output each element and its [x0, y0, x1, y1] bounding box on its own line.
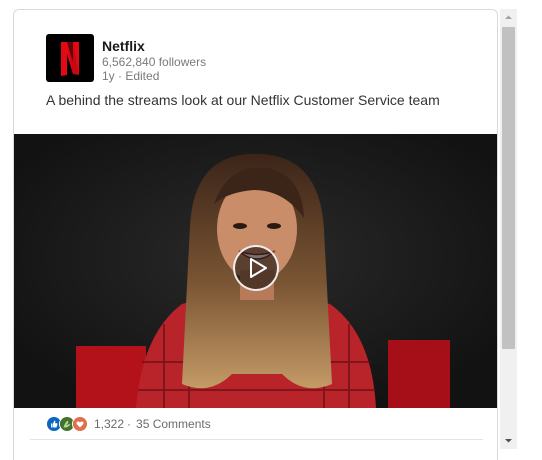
video-player[interactable] — [14, 134, 497, 408]
follower-count: 6,562,840 followers — [102, 55, 207, 69]
scroll-up-button[interactable] — [500, 9, 517, 26]
vertical-scrollbar[interactable] — [500, 9, 517, 449]
netflix-n-icon — [61, 42, 79, 76]
reaction-count[interactable]: 1,322 — [94, 417, 124, 431]
post-timestamp: 1y · Edited — [102, 69, 160, 83]
play-icon — [250, 258, 267, 278]
netflix-logo[interactable] — [46, 34, 94, 82]
scroll-thumb[interactable] — [502, 27, 515, 349]
love-icon — [72, 416, 88, 432]
arrow-down-icon — [505, 439, 512, 443]
scroll-down-button[interactable] — [500, 432, 517, 449]
company-name[interactable]: Netflix — [102, 38, 206, 55]
feed-post-card: Netflix 6,562,840 followers 1y · Edited … — [13, 9, 498, 460]
social-counts: 1,322 · 35 Comments — [46, 414, 211, 434]
reaction-icons[interactable] — [46, 416, 88, 432]
linkedin-feed-viewport: Netflix 6,562,840 followers 1y · Edited … — [0, 0, 542, 460]
separator-dot: · — [127, 417, 132, 431]
post-author-meta: Netflix 6,562,840 followers 1y · Edited — [102, 38, 206, 83]
arrow-up-icon — [505, 15, 512, 19]
play-button[interactable] — [233, 245, 279, 291]
post-text: A behind the streams look at our Netflix… — [46, 92, 440, 108]
comments-count[interactable]: 35 Comments — [136, 417, 211, 431]
social-divider — [30, 439, 483, 440]
